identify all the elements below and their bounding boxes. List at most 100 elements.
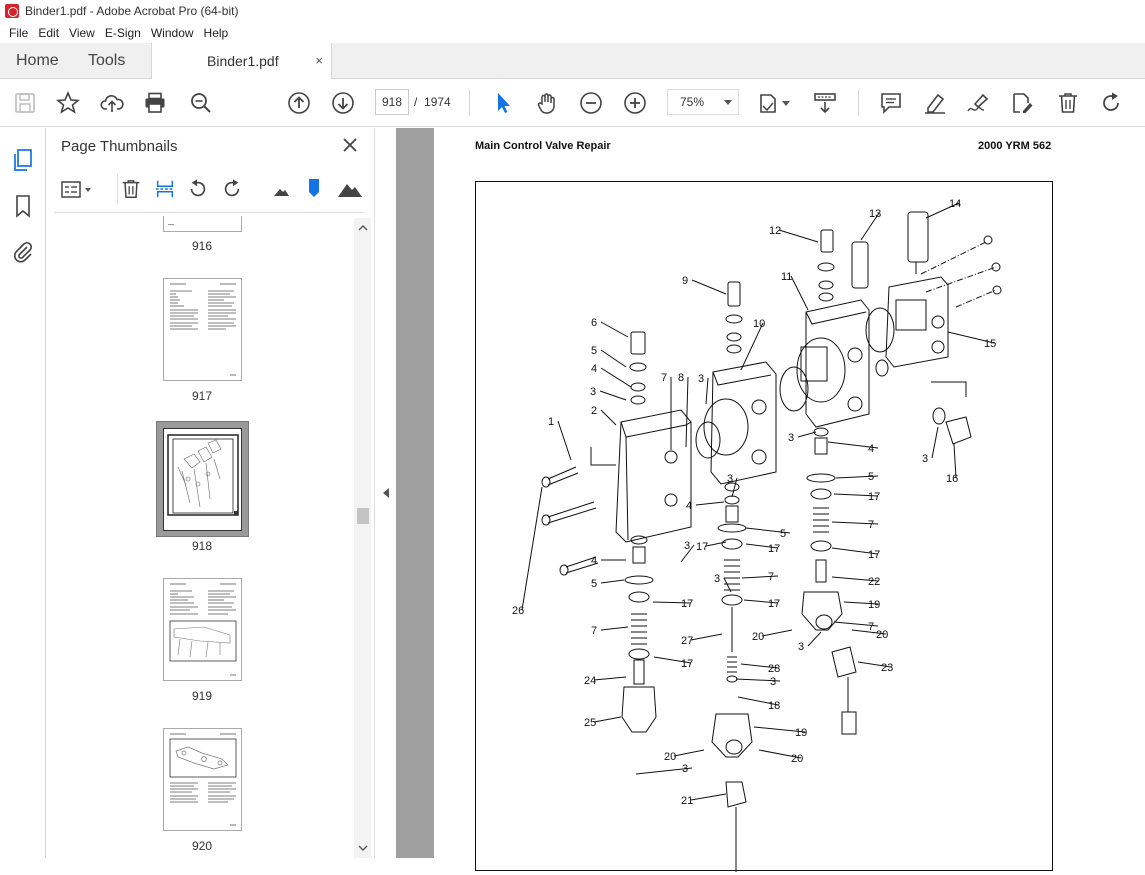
zoom-search-icon[interactable]	[189, 91, 213, 115]
callout-number: 3	[922, 453, 928, 465]
extract-page-icon[interactable]	[154, 178, 176, 202]
pdf-page: Main Control Valve Repair 2000 YRM 562 1…	[434, 128, 1145, 872]
callout-leader-line	[685, 376, 689, 448]
thumbnail-page[interactable]	[163, 216, 242, 232]
thumbnail-label: 920	[191, 839, 213, 853]
sign-pen-icon[interactable]	[966, 91, 990, 115]
scroll-down-arrow-icon[interactable]	[357, 842, 369, 852]
tab-bar: Home Tools Binder1.pdf ×	[0, 43, 1145, 80]
select-cursor-icon[interactable]	[491, 91, 515, 115]
page-number-input[interactable]: 918	[375, 89, 409, 115]
upload-cloud-icon[interactable]	[100, 91, 124, 115]
menu-edit[interactable]: Edit	[33, 26, 64, 40]
page-header-code: 2000 YRM 562	[978, 140, 1052, 152]
thumbnail-options-icon[interactable]	[60, 179, 96, 201]
previous-page-icon[interactable]	[287, 91, 311, 115]
callout-leader-line	[797, 431, 817, 438]
callout-number: 17	[681, 598, 693, 610]
zoom-level-dropdown[interactable]: 75%	[667, 89, 739, 115]
callout-number: 22	[868, 576, 880, 588]
tab-tools[interactable]: Tools	[88, 43, 125, 79]
callout-number: 5	[591, 578, 597, 590]
callout-leader-line	[600, 349, 627, 368]
callout-number: 20	[664, 751, 676, 763]
zoom-in-icon[interactable]	[623, 91, 647, 115]
callout-number: 11	[781, 271, 792, 283]
callout-number: 17	[868, 491, 880, 503]
page-count: / 1974	[414, 95, 451, 109]
callout-number: 3	[798, 641, 804, 653]
small-thumbnails-icon[interactable]	[272, 182, 290, 200]
menu-file[interactable]: File	[4, 26, 33, 40]
redo-rotate-icon[interactable]	[1099, 91, 1123, 115]
tab-home[interactable]: Home	[16, 43, 59, 79]
large-thumbnails-icon[interactable]	[337, 179, 363, 199]
callout-number: 17	[768, 543, 780, 555]
bookmark-icon[interactable]	[11, 194, 35, 218]
callout-number: 7	[768, 571, 774, 583]
callout-number: 12	[769, 225, 781, 237]
callout-number: 21	[681, 795, 693, 807]
rotate-right-icon[interactable]	[221, 178, 243, 202]
scroll-mode-icon[interactable]	[813, 91, 837, 115]
callout-leader-line	[593, 676, 627, 681]
callout-leader-line	[600, 409, 617, 426]
thumbnail-scrollbar[interactable]	[354, 218, 371, 858]
thumbnail-page[interactable]	[163, 578, 242, 681]
edit-pdf-icon[interactable]	[1010, 91, 1034, 115]
menu-window[interactable]: Window	[146, 26, 199, 40]
callout-number: 6	[591, 317, 597, 329]
page-thumbnails-icon[interactable]	[11, 148, 35, 172]
zoom-out-icon[interactable]	[579, 91, 603, 115]
callout-number: 3	[590, 386, 596, 398]
page-fit-icon[interactable]	[758, 91, 794, 115]
callout-number: 4	[868, 443, 874, 455]
callout-leader-line	[557, 420, 572, 461]
acrobat-icon	[5, 4, 19, 18]
callout-leader-line	[690, 633, 723, 641]
save-icon[interactable]	[13, 91, 37, 115]
menu-esign[interactable]: E-Sign	[100, 26, 146, 40]
callout-leader-line	[691, 279, 727, 295]
comment-icon[interactable]	[879, 91, 903, 115]
callout-number: 17	[681, 658, 693, 670]
menu-view[interactable]: View	[64, 26, 100, 40]
panel-collapse-strip[interactable]	[374, 128, 396, 858]
left-navigation-rail	[0, 128, 46, 858]
collapse-arrow-icon[interactable]	[383, 488, 389, 498]
callout-leader-line	[778, 229, 819, 243]
attachment-paperclip-icon[interactable]	[11, 240, 35, 264]
toolbar-divider	[858, 90, 859, 116]
thumbnail-label: 916	[191, 239, 213, 253]
title-bar: Binder1.pdf - Adobe Acrobat Pro (64-bit)	[0, 0, 1145, 22]
callout-leader-line	[695, 501, 725, 506]
print-icon[interactable]	[143, 91, 167, 115]
callout-number: 3	[682, 763, 688, 775]
star-icon[interactable]	[55, 90, 81, 115]
thumbnail-page[interactable]	[163, 278, 242, 381]
callout-number: 20	[876, 629, 888, 641]
scroll-up-arrow-icon[interactable]	[357, 222, 369, 232]
thumbnail-size-slider[interactable]	[306, 176, 322, 202]
callout-number: 9	[682, 275, 688, 287]
rotate-left-icon[interactable]	[187, 178, 209, 202]
callout-number: 14	[949, 198, 961, 210]
zoom-level-value: 75%	[680, 95, 705, 109]
callout-number: 7	[661, 372, 667, 384]
thumbnail-label: 918	[191, 539, 213, 553]
next-page-icon[interactable]	[331, 91, 355, 115]
hand-tool-icon[interactable]	[535, 91, 559, 115]
close-panel-icon[interactable]	[341, 136, 359, 154]
tab-document[interactable]: Binder1.pdf ×	[151, 43, 332, 80]
delete-trash-icon[interactable]	[1056, 91, 1080, 115]
callout-leader-line	[600, 579, 625, 584]
highlight-pen-icon[interactable]	[923, 91, 947, 115]
thumbnail-page[interactable]	[163, 428, 242, 531]
scrollbar-thumb[interactable]	[357, 508, 369, 524]
menu-help[interactable]: Help	[199, 26, 234, 40]
document-viewport[interactable]: Main Control Valve Repair 2000 YRM 562 1…	[396, 128, 1145, 872]
close-tab-icon[interactable]: ×	[315, 43, 323, 79]
callout-leader-line	[600, 626, 629, 631]
thumbnail-page[interactable]	[163, 728, 242, 831]
delete-page-icon[interactable]	[120, 178, 142, 202]
